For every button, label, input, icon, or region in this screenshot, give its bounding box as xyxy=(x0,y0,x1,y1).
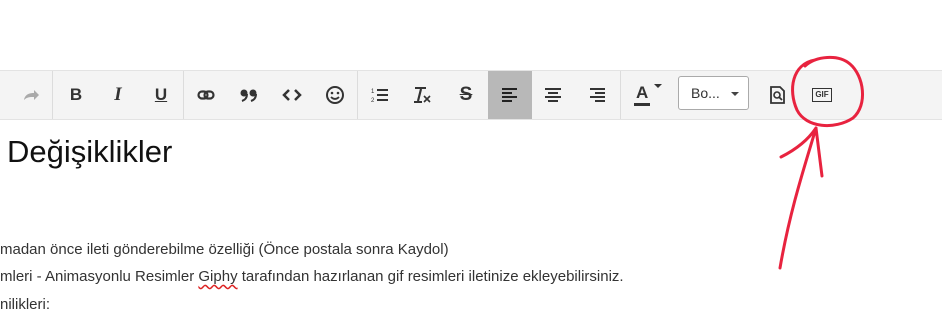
font-family-value: Bo... xyxy=(691,85,720,101)
link-button[interactable] xyxy=(192,71,220,119)
bold-label: B xyxy=(69,85,83,104)
body-line-2-start: mleri - Animasyonlu Resimler xyxy=(0,268,199,285)
toolbar-separator xyxy=(183,71,184,119)
preview-icon xyxy=(770,86,786,104)
align-left-icon xyxy=(502,88,518,102)
numbered-list-icon: 12 xyxy=(371,87,389,103)
preview-button[interactable] xyxy=(764,71,792,119)
annotation-arrow xyxy=(778,126,824,270)
font-color-swatch xyxy=(634,103,650,106)
italic-label: I xyxy=(114,84,122,105)
toolbar-separator xyxy=(52,71,53,119)
body-line-1: madan önce ileti gönderebilme özelliği (… xyxy=(0,241,449,258)
ordered-list-button[interactable]: 12 xyxy=(366,71,394,119)
font-color-button[interactable]: A xyxy=(628,71,664,119)
page-heading: Değişiklikler xyxy=(7,134,173,169)
gif-icon: GIF xyxy=(812,88,832,102)
gif-button[interactable]: GIF xyxy=(808,71,836,119)
blockquote-button[interactable] xyxy=(235,71,263,119)
body-line-2-end: tarafından hazırlanan gif resimleri ilet… xyxy=(237,268,624,285)
strikethrough-label: S xyxy=(459,84,473,105)
font-color-label: A xyxy=(636,83,649,102)
align-left-button[interactable] xyxy=(488,71,532,119)
bold-button[interactable]: B xyxy=(62,71,90,119)
clear-format-icon xyxy=(412,86,432,104)
link-icon xyxy=(197,89,215,101)
body-line-3: nilikleri: xyxy=(0,296,51,313)
italic-button[interactable]: I xyxy=(104,71,132,119)
chevron-down-icon xyxy=(731,92,739,96)
emoji-button[interactable] xyxy=(321,71,349,119)
font-color-icon: A xyxy=(631,83,662,107)
gif-label: GIF xyxy=(815,90,829,99)
align-center-icon xyxy=(545,88,561,102)
align-right-icon xyxy=(589,88,605,102)
smiley-icon xyxy=(325,85,345,105)
quote-icon xyxy=(239,88,259,102)
svg-text:1: 1 xyxy=(371,89,375,95)
misspelled-word: Giphy xyxy=(198,268,238,285)
clear-format-button[interactable] xyxy=(408,71,436,119)
svg-text:2: 2 xyxy=(371,98,375,103)
redo-icon xyxy=(22,88,40,102)
toolbar-separator xyxy=(620,71,621,119)
align-center-button[interactable] xyxy=(539,71,567,119)
chevron-down-icon xyxy=(654,84,662,88)
align-right-button[interactable] xyxy=(583,71,611,119)
code-icon xyxy=(282,88,302,102)
toolbar-separator xyxy=(357,71,358,119)
underline-button[interactable]: U xyxy=(147,71,175,119)
underline-label: U xyxy=(154,85,168,104)
editor-toolbar: B I U 12 S A GIF xyxy=(0,70,942,120)
font-family-dropdown[interactable]: Bo... xyxy=(678,76,749,110)
redo-button[interactable] xyxy=(16,71,46,119)
body-line-2: mleri - Animasyonlu Resimler Giphy taraf… xyxy=(0,268,624,285)
strikethrough-button[interactable]: S xyxy=(452,71,480,119)
code-button[interactable] xyxy=(278,71,306,119)
